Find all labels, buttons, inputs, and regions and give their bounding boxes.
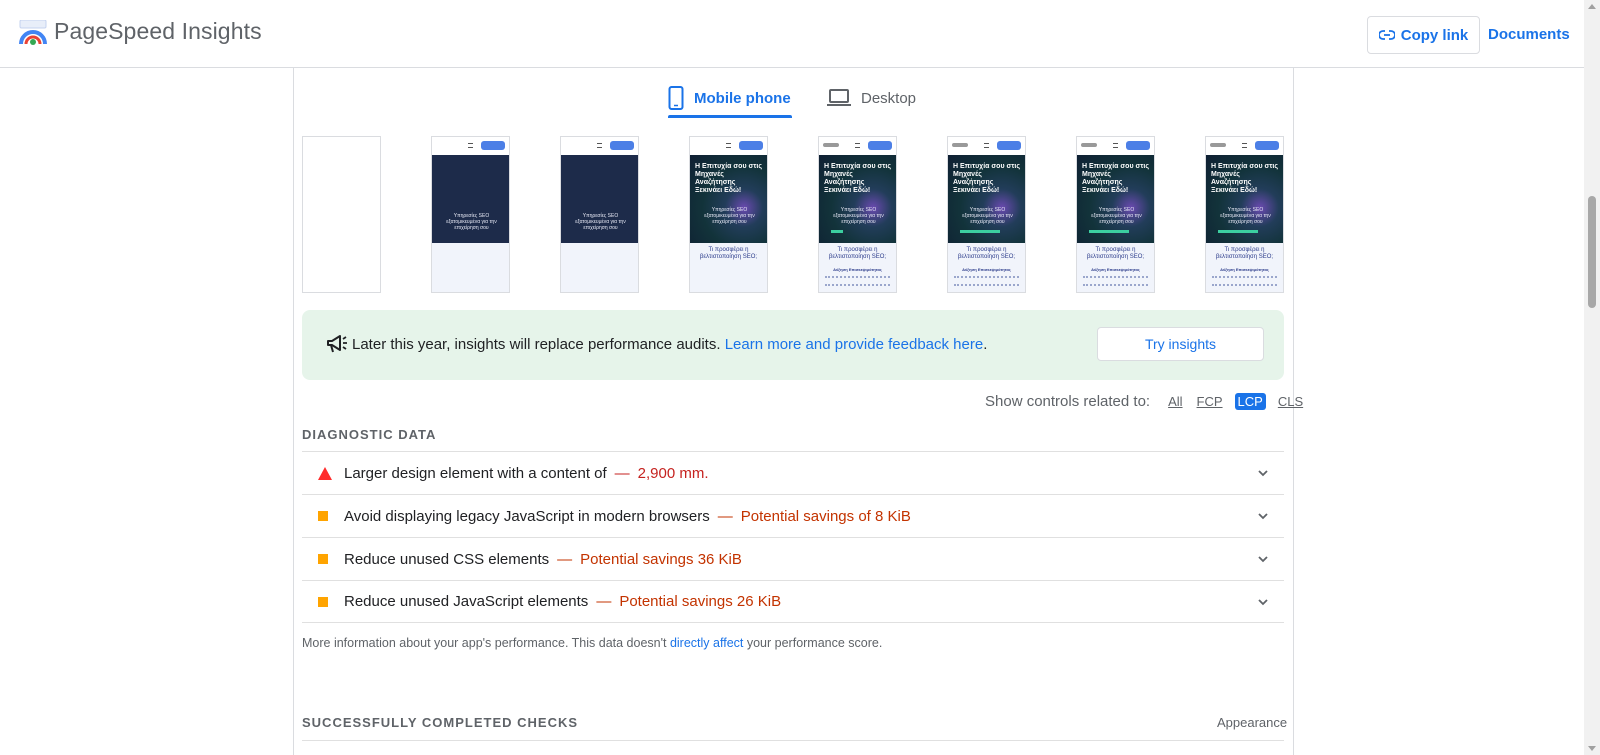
copy-link-label: Copy link	[1400, 26, 1469, 44]
frame-heading: Αύξηση Επισκεψιμότητας	[1220, 267, 1269, 272]
frame-hero-subtitle: Υπηρεσίες SEO εξατομικευμένα για την επι…	[575, 213, 626, 231]
frame-hero-title: Η Επιτυχία σου στις Μηχανές Αναζήτησης Ξ…	[1211, 163, 1278, 194]
diagnostics-title: DIAGNOSTIC DATA	[302, 427, 437, 442]
audit-title: Avoid displaying legacy JavaScript in mo…	[344, 507, 710, 525]
directly-affect-link[interactable]: directly affect	[670, 636, 743, 650]
audit-title: Reduce unused JavaScript elements	[344, 593, 589, 610]
frame-hero-subtitle: Υπηρεσίες SEO εξατομικευμένα για την επι…	[704, 207, 755, 225]
frame-question: Τι προσφέρει η βελτιστοποίηση SEO;	[1086, 247, 1145, 260]
app-header: PageSpeed Insights Copy link Documents	[0, 0, 1584, 68]
learn-more-link[interactable]: Learn more and provide feedback here	[725, 336, 984, 353]
audit-row[interactable]: Larger design element with a content of …	[302, 451, 1284, 494]
filter-lcp[interactable]: LCP	[1234, 393, 1266, 410]
frame-hero-title: Η Επιτυχία σου στις Μηχανές Αναζήτησης Ξ…	[824, 163, 891, 194]
audit-value: Potential savings 26 KiB	[619, 593, 782, 610]
frame-question: Τι προσφέρει η βελτιστοποίηση SEO;	[828, 247, 887, 260]
filter-cls[interactable]: CLS	[1276, 393, 1305, 410]
average-square-icon	[318, 554, 328, 564]
divider	[302, 740, 1284, 741]
audit-row[interactable]: Reduce unused JavaScript elements — Pote…	[302, 580, 1284, 623]
chevron-down-icon[interactable]	[1256, 552, 1270, 566]
chevron-down-icon[interactable]	[1256, 509, 1270, 523]
frame-hero-title: Η Επιτυχία σου στις Μηχανές Αναζήτησης Ξ…	[695, 163, 762, 194]
copy-link-button[interactable]: Copy link	[1367, 16, 1480, 54]
scrollbar-thumb[interactable]	[1588, 196, 1596, 308]
audit-row[interactable]: Reduce unused CSS elements — Potential s…	[302, 537, 1284, 580]
info-text-before: More information about your app's perfor…	[302, 636, 667, 650]
info-text-after: your performance score.	[746, 636, 883, 650]
diagnostics-list: Larger design element with a content of …	[302, 451, 1284, 623]
audit-dash: —	[614, 464, 630, 482]
selected-tab-indicator	[668, 115, 792, 118]
average-square-icon	[318, 511, 328, 521]
appearance-label: Appearance	[1217, 715, 1288, 730]
filter-all[interactable]: All	[1166, 393, 1184, 410]
audit-dash: —	[557, 550, 573, 568]
audit-value: Potential savings of 8 KiB	[740, 507, 911, 525]
chevron-down-icon[interactable]	[1256, 595, 1270, 609]
try-insights-button[interactable]: Try insights	[1097, 327, 1264, 361]
audit-dash: —	[596, 593, 612, 610]
tab-desktop-label: Desktop	[861, 89, 917, 107]
laptop-icon	[827, 89, 851, 106]
filmstrip-frame: Η Επιτυχία σου στις Μηχανές Αναζήτησης Ξ…	[689, 136, 768, 293]
tab-mobile-label: Mobile phone	[694, 89, 791, 107]
smartphone-icon	[668, 86, 684, 110]
filter-fcp[interactable]: FCP	[1195, 393, 1225, 410]
frame-question: Τι προσφέρει η βελτιστοποίηση SEO;	[957, 247, 1016, 260]
frame-hero-subtitle: Υπηρεσίες SEO εξατομικευμένα για την επι…	[833, 207, 884, 225]
filmstrip: Υπηρεσίες SEO εξατομικευμένα για την επι…	[302, 136, 1284, 294]
frame-hero-title: Η Επιτυχία σου στις Μηχανές Αναζήτησης Ξ…	[1082, 163, 1149, 194]
metric-filter: Show controls related to: All FCP LCP CL…	[985, 393, 1305, 410]
content-frame-left	[293, 68, 294, 755]
megaphone-icon	[327, 335, 347, 353]
frame-heading: Αύξηση Επισκεψιμότητας	[962, 267, 1011, 272]
tab-desktop[interactable]: Desktop	[827, 78, 916, 118]
scroll-up-arrow-icon[interactable]	[1588, 4, 1596, 9]
metric-filter-label: Show controls related to:	[985, 393, 1151, 410]
frame-question: Τι προσφέρει η βελτιστοποίηση SEO;	[1215, 247, 1274, 260]
fail-triangle-icon	[318, 466, 332, 480]
pagespeed-gauge-icon	[19, 20, 47, 45]
filmstrip-frame: Υπηρεσίες SEO εξατομικευμένα για την επι…	[560, 136, 639, 293]
frame-heading: Αύξηση Επισκεψιμότητας	[1091, 267, 1140, 272]
scroll-down-arrow-icon[interactable]	[1588, 746, 1596, 751]
banner-period: .	[983, 336, 988, 353]
audit-value: Potential savings 36 KiB	[580, 550, 742, 568]
frame-hero-subtitle: Υπηρεσίες SEO εξατομικευμένα για την επι…	[962, 207, 1013, 225]
frame-question: Τι προσφέρει η βελτιστοποίηση SEO;	[699, 247, 758, 260]
link-icon	[1378, 30, 1395, 40]
insights-banner: Later this year, insights will replace p…	[302, 310, 1284, 380]
frame-hero-title: Η Επιτυχία σου στις Μηχανές Αναζήτησης Ξ…	[953, 163, 1020, 194]
chevron-down-icon[interactable]	[1256, 466, 1270, 480]
tab-mobile-phone[interactable]: Mobile phone	[668, 78, 791, 118]
audit-dash: —	[717, 507, 733, 525]
filmstrip-frame: Η Επιτυχία σου στις Μηχανές Αναζήτησης Ξ…	[1076, 136, 1155, 293]
filmstrip-frame	[302, 136, 381, 293]
audit-row[interactable]: Avoid displaying legacy JavaScript in mo…	[302, 494, 1284, 537]
audit-title: Larger design element with a content of	[344, 464, 607, 482]
content-frame-right	[1293, 68, 1294, 755]
page-scrollbar[interactable]	[1584, 0, 1600, 755]
filmstrip-frame: Η Επιτυχία σου στις Μηχανές Αναζήτησης Ξ…	[818, 136, 897, 293]
average-square-icon	[318, 596, 328, 607]
filmstrip-frame: Η Επιτυχία σου στις Μηχανές Αναζήτησης Ξ…	[1205, 136, 1284, 293]
banner-message: Later this year, insights will replace p…	[352, 336, 721, 353]
passed-audits-title: SUCCESSFULLY COMPLETED CHECKS	[302, 715, 579, 730]
filmstrip-frame: Υπηρεσίες SEO εξατομικευμένα για την επι…	[431, 136, 510, 293]
documents-link[interactable]: Documents	[1488, 26, 1570, 43]
frame-hero-subtitle: Υπηρεσίες SEO εξατομικευμένα για την επι…	[1220, 207, 1271, 225]
banner-text: Later this year, insights will replace p…	[352, 336, 987, 353]
filmstrip-frame: Η Επιτυχία σου στις Μηχανές Αναζήτησης Ξ…	[947, 136, 1026, 293]
app-title: PageSpeed Insights	[54, 18, 262, 44]
audit-value: 2,900 mm.	[637, 464, 709, 482]
frame-hero-subtitle: Υπηρεσίες SEO εξατομικευμένα για την επι…	[446, 213, 497, 231]
diagnostics-info: More information about your app's perfor…	[302, 636, 882, 650]
audit-title: Reduce unused CSS elements	[344, 550, 550, 568]
frame-hero-subtitle: Υπηρεσίες SEO εξατομικευμένα για την επι…	[1091, 207, 1142, 225]
frame-heading: Αύξηση Επισκεψιμότητας	[833, 267, 882, 272]
